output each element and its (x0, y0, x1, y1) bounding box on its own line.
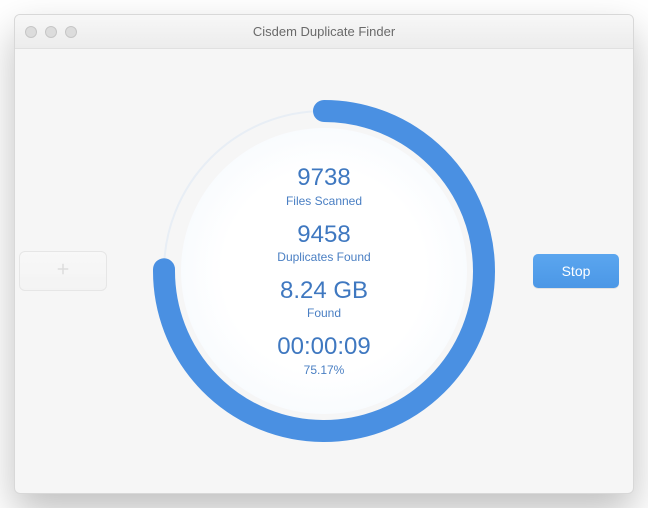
window-controls (25, 26, 77, 38)
percent-label: 75.17% (277, 363, 370, 377)
content-area: 9738 Files Scanned 9458 Duplicates Found… (15, 49, 633, 493)
stat-duplicates-found: 9458 Duplicates Found (277, 222, 370, 264)
window-title: Cisdem Duplicate Finder (15, 24, 633, 39)
zoom-icon[interactable] (65, 26, 77, 38)
stat-size-found: 8.24 GB Found (280, 278, 368, 320)
add-folder-button[interactable] (19, 251, 107, 291)
size-found-label: Found (280, 306, 368, 320)
minimize-icon[interactable] (45, 26, 57, 38)
progress-ring: 9738 Files Scanned 9458 Duplicates Found… (144, 91, 504, 451)
duplicates-found-label: Duplicates Found (277, 250, 370, 264)
stop-button[interactable]: Stop (533, 254, 619, 288)
stat-files-scanned: 9738 Files Scanned (286, 165, 362, 207)
app-window: Cisdem Duplicate Finder 9738 Files Scann… (14, 14, 634, 494)
plus-icon (54, 260, 72, 283)
stat-elapsed: 00:00:09 75.17% (277, 334, 370, 376)
progress-inner: 9738 Files Scanned 9458 Duplicates Found… (181, 128, 467, 414)
files-scanned-label: Files Scanned (286, 194, 362, 208)
titlebar: Cisdem Duplicate Finder (15, 15, 633, 49)
duplicates-found-value: 9458 (277, 222, 370, 248)
size-found-value: 8.24 GB (280, 278, 368, 304)
close-icon[interactable] (25, 26, 37, 38)
elapsed-value: 00:00:09 (277, 334, 370, 360)
files-scanned-value: 9738 (286, 165, 362, 191)
